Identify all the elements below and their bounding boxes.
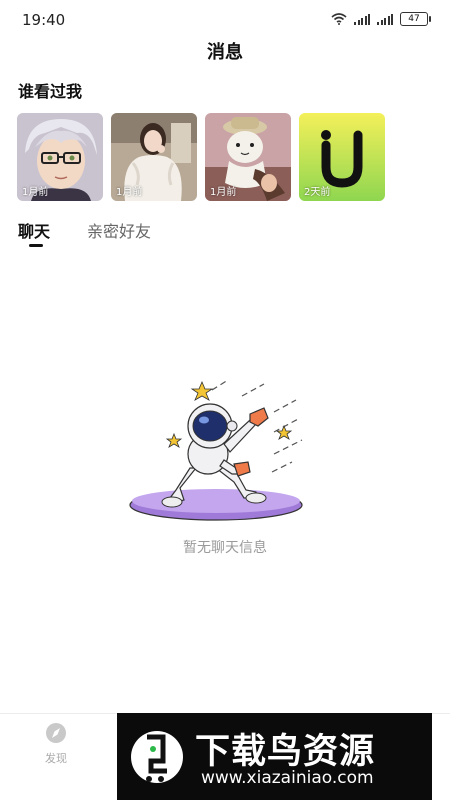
watermark-url: www.xiazainiao.com — [201, 768, 374, 788]
visitors-title: 谁看过我 — [18, 82, 83, 101]
status-icons: 47 — [331, 12, 431, 26]
page-title: 消息 — [207, 42, 243, 63]
visitor-time: 1月前 — [22, 187, 49, 198]
signal-icon — [377, 13, 393, 25]
wifi-icon — [331, 13, 347, 25]
astronaut-skateboard-illustration — [129, 379, 303, 521]
signal-icon — [354, 13, 370, 25]
visitor-card[interactable]: 1月前 — [111, 113, 197, 201]
visitor-card[interactable]: 2天前 — [299, 113, 385, 201]
visitor-time: 1月前 — [210, 187, 237, 198]
watermark-banner: 下载鸟资源 www.xiazainiao.com — [117, 713, 432, 800]
bird-logo-icon — [131, 731, 183, 783]
visitor-time: 1月前 — [116, 187, 143, 198]
status-time: 19:40 — [22, 11, 66, 29]
watermark-title: 下载鸟资源 — [195, 732, 376, 772]
visitor-list: 1月前 1月前 1月前 2天前 — [17, 113, 385, 201]
tab-chat[interactable]: 聊天 — [18, 218, 51, 247]
nav-label-discover: 发现 — [45, 752, 67, 765]
status-bar: 19:40 47 — [0, 0, 450, 38]
empty-state-text: 暂无聊天信息 — [183, 540, 267, 556]
tab-close-friends[interactable]: 亲密好友 — [87, 218, 151, 242]
tab-close-friends-label: 亲密好友 — [87, 222, 152, 241]
battery-icon: 47 — [400, 12, 431, 26]
message-tabs: 聊天 亲密好友 — [18, 218, 151, 247]
visitor-card[interactable]: 1月前 — [205, 113, 291, 201]
visitor-card[interactable]: 1月前 — [17, 113, 103, 201]
tab-active-indicator — [29, 244, 43, 247]
nav-item-discover[interactable]: 发现 — [31, 722, 81, 766]
compass-icon — [46, 723, 66, 743]
tab-chat-label: 聊天 — [18, 222, 51, 241]
visitor-time: 2天前 — [304, 187, 331, 198]
